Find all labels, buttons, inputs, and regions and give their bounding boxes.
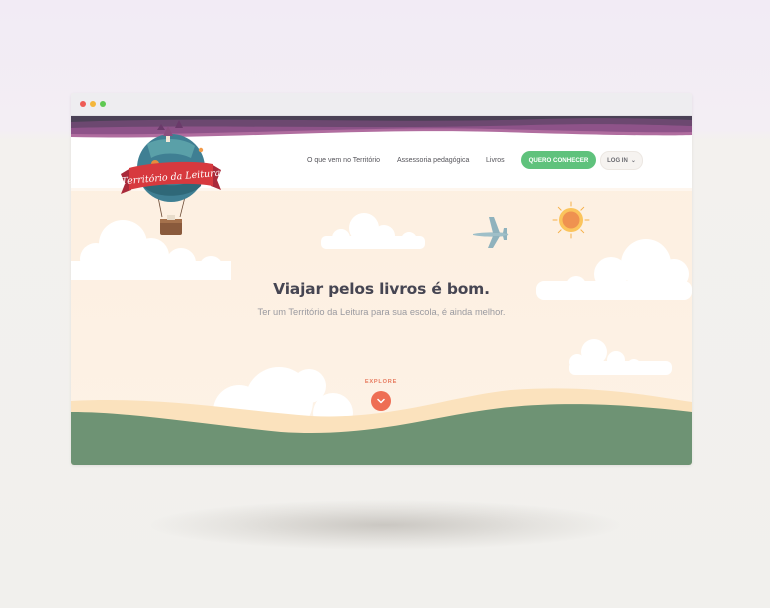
window-shadow	[150, 500, 620, 550]
cloud-small-right	[569, 339, 672, 375]
cloud-left	[71, 220, 231, 280]
login-button[interactable]: LOG IN ⌄	[600, 151, 643, 170]
explore-label[interactable]: EXPLORE	[356, 379, 406, 385]
sun-icon	[552, 201, 590, 239]
nav-link-assessoria[interactable]: Assessoria pedagógica	[397, 157, 469, 164]
cloud-center-top	[321, 213, 425, 249]
main-navigation: O que vem no Território Assessoria pedag…	[71, 152, 692, 172]
window-titlebar	[71, 93, 692, 116]
chevron-down-icon	[377, 398, 385, 404]
cta-label: QUERO CONHECER	[528, 156, 589, 164]
nav-link-livros[interactable]: Livros	[486, 157, 505, 164]
browser-window: Território da Leitura O que vem no Terri…	[71, 93, 692, 465]
close-window-dot[interactable]	[80, 101, 86, 107]
landing-page: Território da Leitura O que vem no Terri…	[71, 116, 692, 465]
login-label: LOG IN	[607, 157, 628, 164]
maximize-window-dot[interactable]	[100, 101, 106, 107]
explore-button[interactable]	[371, 391, 391, 411]
quero-conhecer-button[interactable]: QUERO CONHECER	[521, 151, 596, 169]
hero-subtitle: Ter um Território da Leitura para sua es…	[257, 307, 506, 317]
airplane-icon	[473, 217, 509, 248]
nav-link-o-que-vem[interactable]: O que vem no Território	[307, 157, 380, 164]
chevron-down-icon: ⌄	[630, 158, 636, 164]
minimize-window-dot[interactable]	[90, 101, 96, 107]
hero-title: Viajar pelos livros é bom.	[273, 280, 490, 298]
